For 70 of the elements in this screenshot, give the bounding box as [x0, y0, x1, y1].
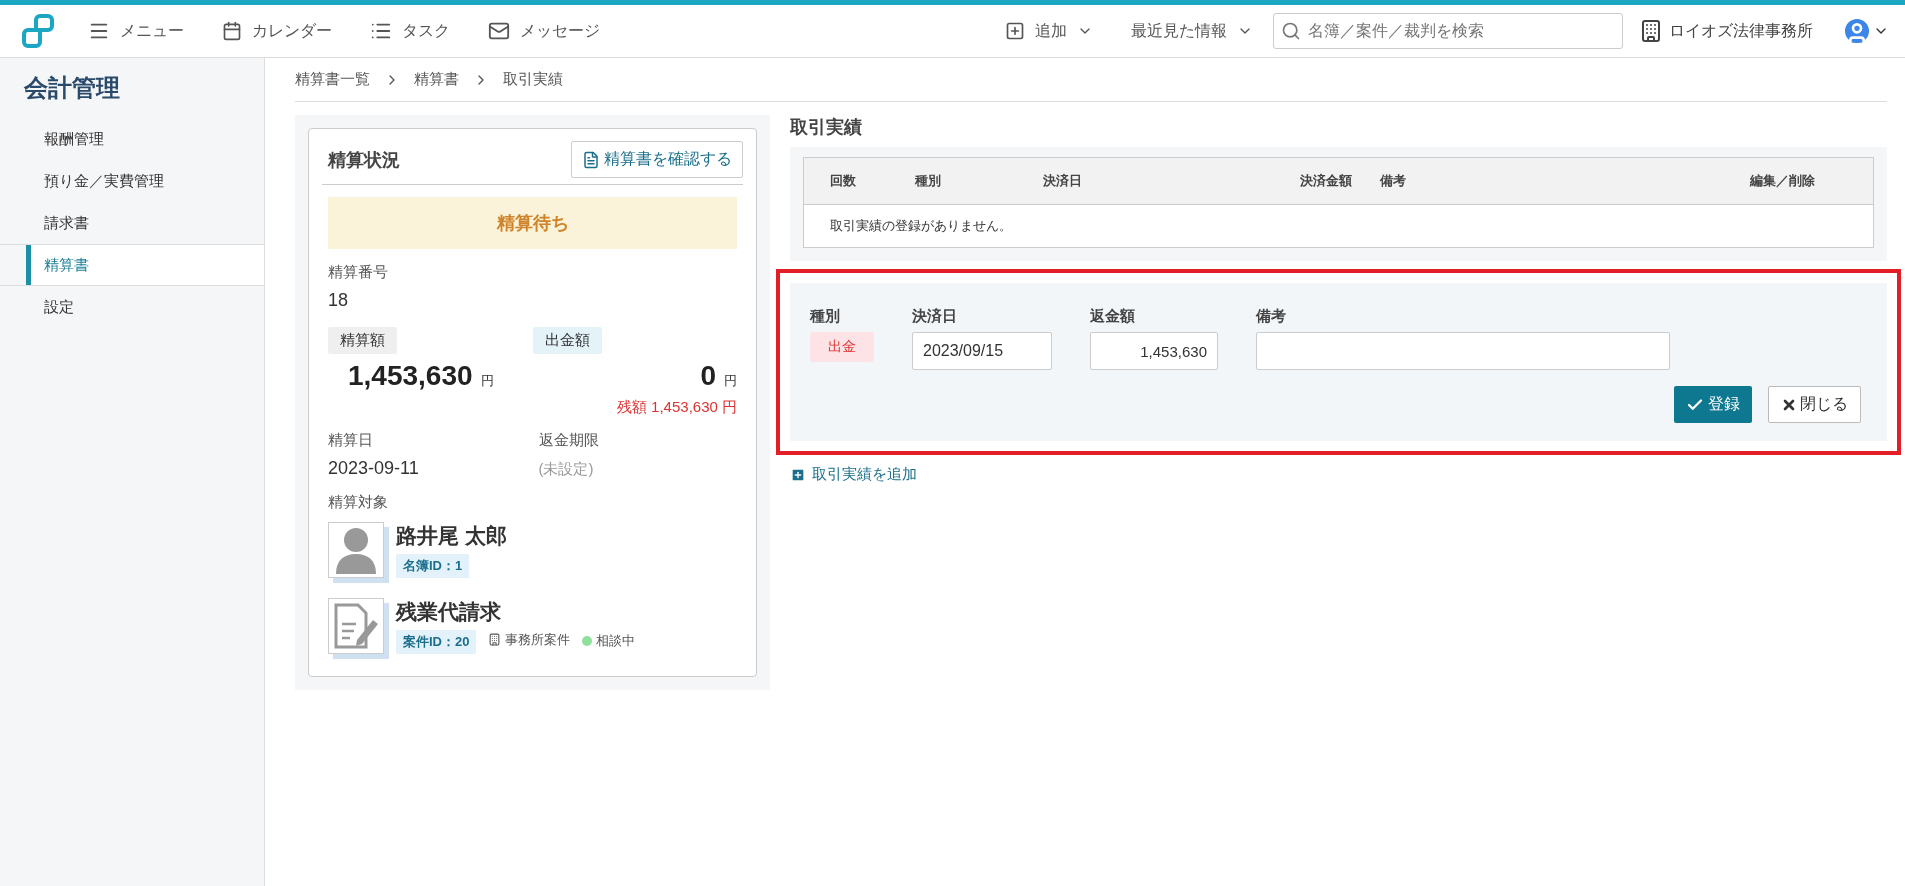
status-text: 相談中 [596, 632, 636, 650]
amount-value: 1,453,630 [348, 360, 473, 391]
field-value: 18 [328, 290, 350, 311]
date-field[interactable]: 2023/09/15 [912, 332, 1052, 370]
sidebar-item[interactable]: 請求書 [0, 202, 264, 244]
amount-label: 精算額 [328, 327, 397, 354]
id-tag: 名簿ID：1 [396, 554, 470, 578]
paid-label: 出金額 [532, 327, 602, 354]
target-name[interactable]: 路井尾 太郎 [396, 522, 507, 550]
nav-button[interactable]: メッセージ [484, 16, 604, 46]
remaining-value: 1,453,630 円 [651, 398, 737, 415]
column-header: 回数 [803, 157, 890, 205]
breadcrumb-item: 取引実績 [503, 70, 563, 89]
mail-icon [488, 20, 510, 42]
plus-square-icon [1005, 21, 1025, 41]
sidebar-item[interactable]: 精算書 [0, 244, 264, 286]
sidebar-item[interactable]: 預り金／実費管理 [0, 160, 264, 202]
building-icon [488, 633, 502, 646]
field-label: 決済日 [912, 307, 958, 326]
add-button[interactable]: 追加 [1001, 16, 1097, 46]
field-label: 返金額 [1090, 307, 1136, 326]
nav-button[interactable]: タスク [366, 16, 454, 46]
column-header: 決済日 [1017, 157, 1275, 205]
office-name: ロイオズ法律事務所 [1669, 20, 1813, 41]
empty-message: 取引実績の登録がありません。 [803, 204, 1874, 248]
confirm-button[interactable]: 精算書を確認する [571, 141, 743, 178]
note-field[interactable] [1256, 332, 1670, 370]
search-field[interactable]: 名簿／案件／裁判を検索 [1273, 13, 1623, 49]
person-silhouette-icon [334, 526, 378, 574]
building-icon [1639, 19, 1663, 43]
field-label: 精算番号 [328, 263, 389, 282]
card-title: 精算状況 [328, 148, 400, 172]
close-button[interactable]: 閉じる [1768, 386, 1861, 423]
field-label: 種別 [810, 307, 841, 326]
column-header: 決済金額 [1274, 157, 1360, 205]
status-banner: 精算待ち [328, 197, 737, 249]
amount-field[interactable]: 1,453,630 [1090, 332, 1218, 370]
field-value: (未設定) [538, 460, 595, 479]
id-tag: 案件ID：20 [396, 630, 477, 654]
nav-button[interactable]: メニュー [84, 16, 188, 46]
column-header: 備考 [1359, 157, 1724, 205]
sidebar-item[interactable]: 報酬管理 [0, 118, 264, 160]
add-transaction-link[interactable]: 取引実績を追加 [790, 465, 917, 484]
sidebar-title: 会計管理 [24, 73, 121, 103]
unit-text: 円 [724, 373, 737, 388]
breadcrumb-item[interactable]: 精算書 [414, 70, 459, 89]
logo-icon [20, 12, 54, 50]
calendar-icon [222, 21, 242, 41]
plus-square-icon [790, 466, 806, 483]
sidebar-item[interactable]: 設定 [0, 286, 264, 328]
field-value: 2023-09-11 [328, 458, 420, 479]
recent-button[interactable]: 最近見た情報 [1127, 16, 1257, 46]
type-badge: 出金 [810, 332, 874, 362]
unit-text: 円 [480, 373, 494, 388]
paid-value: 0 [700, 360, 716, 391]
field-label: 備考 [1256, 307, 1287, 326]
register-button[interactable]: 登録 [1674, 386, 1752, 423]
category-text: 事務所案件 [505, 630, 571, 649]
breadcrumb-item[interactable]: 精算書一覧 [295, 70, 370, 89]
column-header: 編集／削除 [1723, 157, 1874, 205]
field-label: 返金期限 [538, 431, 600, 450]
target-name[interactable]: 残業代請求 [396, 598, 636, 626]
remaining-label: 残額 [616, 398, 647, 415]
document-icon [582, 150, 600, 169]
section-title: 取引実績 [790, 116, 863, 139]
search-icon [1281, 21, 1301, 41]
field-label: 精算対象 [328, 493, 389, 512]
nav-button[interactable]: カレンダー [218, 16, 336, 46]
field-label: 精算日 [328, 431, 374, 450]
column-header: 種別 [889, 157, 1018, 205]
